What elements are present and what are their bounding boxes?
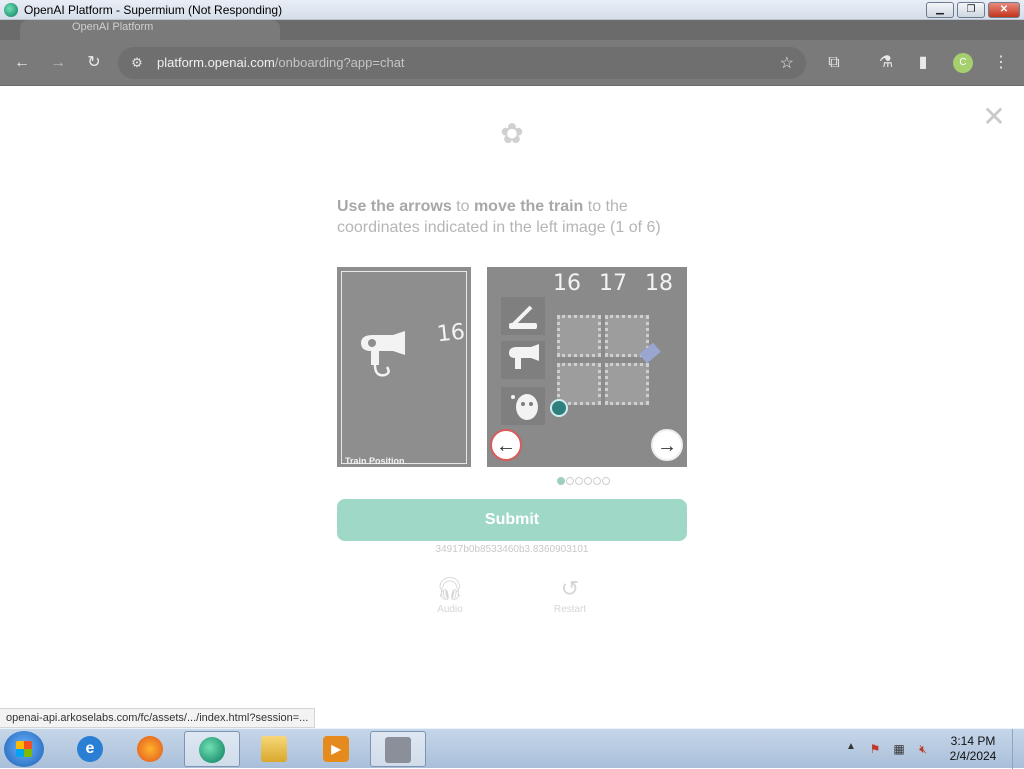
browser-menu-icon[interactable]: ⋮: [990, 52, 1012, 74]
move-left-button[interactable]: ←: [490, 429, 522, 461]
reload-icon[interactable]: ↻: [83, 52, 105, 74]
track-cell: [557, 363, 601, 405]
close-window-button[interactable]: ✕: [988, 2, 1020, 18]
status-bar-url: openai-api.arkoselabs.com/fc/assets/.../…: [0, 708, 316, 728]
extensions-icon[interactable]: ⧉: [823, 52, 845, 74]
forward-arrow-icon[interactable]: →: [47, 52, 69, 74]
clock-time: 3:14 PM: [950, 734, 996, 748]
network-icon[interactable]: ▦: [891, 741, 907, 757]
close-challenge-icon[interactable]: ✕: [982, 103, 1006, 131]
supermium-icon: [199, 737, 225, 763]
openai-logo-icon: ✿: [500, 118, 524, 149]
firefox-icon: [137, 736, 163, 762]
restart-button[interactable]: ↺ Restart: [545, 576, 595, 615]
printer-icon: [385, 737, 411, 763]
puzzle-image: 16 17 18 ← →: [487, 267, 687, 467]
audio-label: Audio: [437, 604, 463, 615]
column-label: 17: [599, 271, 627, 296]
windows-taskbar: e ▶ ▲ ⚑ ▦ 🔇︎ 3:14 PM 2/4/2024: [0, 728, 1024, 769]
system-clock[interactable]: 3:14 PM 2/4/2024: [940, 734, 1006, 764]
column-label: 16: [553, 271, 581, 296]
tab-openai-platform[interactable]: OpenAI Platform: [20, 20, 280, 40]
folder-icon: [261, 736, 287, 762]
windows-logo-icon: [16, 741, 32, 757]
move-right-button[interactable]: →: [651, 429, 683, 461]
side-panel-icon[interactable]: ▮: [912, 52, 934, 74]
labs-flask-icon[interactable]: ⚗: [875, 52, 897, 74]
face-mask-icon: [501, 387, 545, 425]
page-content: ✿ ✕ Use the arrows to move the train to …: [0, 86, 1024, 728]
track-grid: [553, 315, 653, 411]
restart-label: Restart: [553, 604, 587, 615]
volume-muted-icon[interactable]: 🔇︎: [915, 741, 931, 757]
taskbar-file-explorer[interactable]: [246, 731, 302, 767]
media-player-icon: ▶: [323, 736, 349, 762]
show-desktop-button[interactable]: [1012, 729, 1024, 769]
site-settings-icon[interactable]: ⚙: [128, 54, 146, 72]
action-center-icon[interactable]: ⚑: [867, 741, 883, 757]
taskbar-firefox[interactable]: [122, 731, 178, 767]
taskbar-media-player[interactable]: ▶: [308, 731, 364, 767]
progress-dot: [566, 477, 574, 485]
url-host: platform.openai.com: [157, 55, 275, 70]
url-path: /onboarding?app=chat: [274, 55, 405, 70]
internet-explorer-icon: e: [77, 736, 103, 762]
track-cell: [557, 315, 601, 357]
address-url[interactable]: platform.openai.com/onboarding?app=chat: [157, 55, 405, 70]
audio-button[interactable]: 🎧︎ Audio: [425, 576, 475, 615]
profile-avatar[interactable]: C: [953, 53, 973, 73]
hair-dryer-icon: [501, 341, 545, 379]
bookmark-star-icon[interactable]: ☆: [780, 53, 794, 73]
start-button[interactable]: [4, 731, 44, 767]
target-coordinate: 16: [435, 319, 467, 348]
headphones-icon: 🎧︎: [436, 576, 464, 601]
submit-button[interactable]: Submit: [337, 499, 687, 541]
window-titlebar: OpenAI Platform - Supermium (Not Respond…: [0, 0, 1024, 20]
train-position-caption: Train Position: [345, 456, 405, 466]
show-hidden-icons-icon[interactable]: ▲: [846, 741, 856, 752]
column-label: 18: [645, 271, 673, 296]
browser-toolbar: ← → ↻ ⚙ platform.openai.com/onboarding?a…: [0, 40, 1024, 86]
hair-dryer-icon: [361, 331, 405, 377]
track-cell: [605, 363, 649, 405]
back-arrow-icon[interactable]: ←: [11, 52, 33, 74]
taskbar-printer[interactable]: [370, 731, 426, 767]
progress-dot: [584, 477, 592, 485]
progress-dot: [602, 477, 610, 485]
address-bar[interactable]: ⚙ platform.openai.com/onboarding?app=cha…: [118, 47, 806, 79]
window-title: OpenAI Platform - Supermium (Not Respond…: [24, 3, 283, 17]
taskbar-supermium[interactable]: [184, 731, 240, 767]
progress-dot: [557, 477, 565, 485]
minimize-button[interactable]: ▁: [926, 2, 954, 18]
train-icon: [550, 399, 568, 417]
toothbrush-icon: [501, 297, 545, 335]
supermium-app-icon: [4, 3, 18, 17]
challenge-instructions: Use the arrows to move the train to the …: [337, 198, 661, 236]
tab-title: OpenAI Platform: [72, 21, 154, 33]
clock-date: 2/4/2024: [949, 749, 997, 763]
restart-icon: ↺: [560, 576, 580, 601]
reference-image: 16 Train Position: [337, 267, 471, 467]
progress-dots: [557, 472, 611, 485]
session-id: 34917b0b8533460b3.8360903101: [435, 544, 589, 555]
tab-strip: OpenAI Platform: [0, 20, 1024, 40]
taskbar-internet-explorer[interactable]: e: [62, 731, 118, 767]
progress-dot: [593, 477, 601, 485]
restore-button[interactable]: ❐: [957, 2, 985, 18]
progress-dot: [575, 477, 583, 485]
